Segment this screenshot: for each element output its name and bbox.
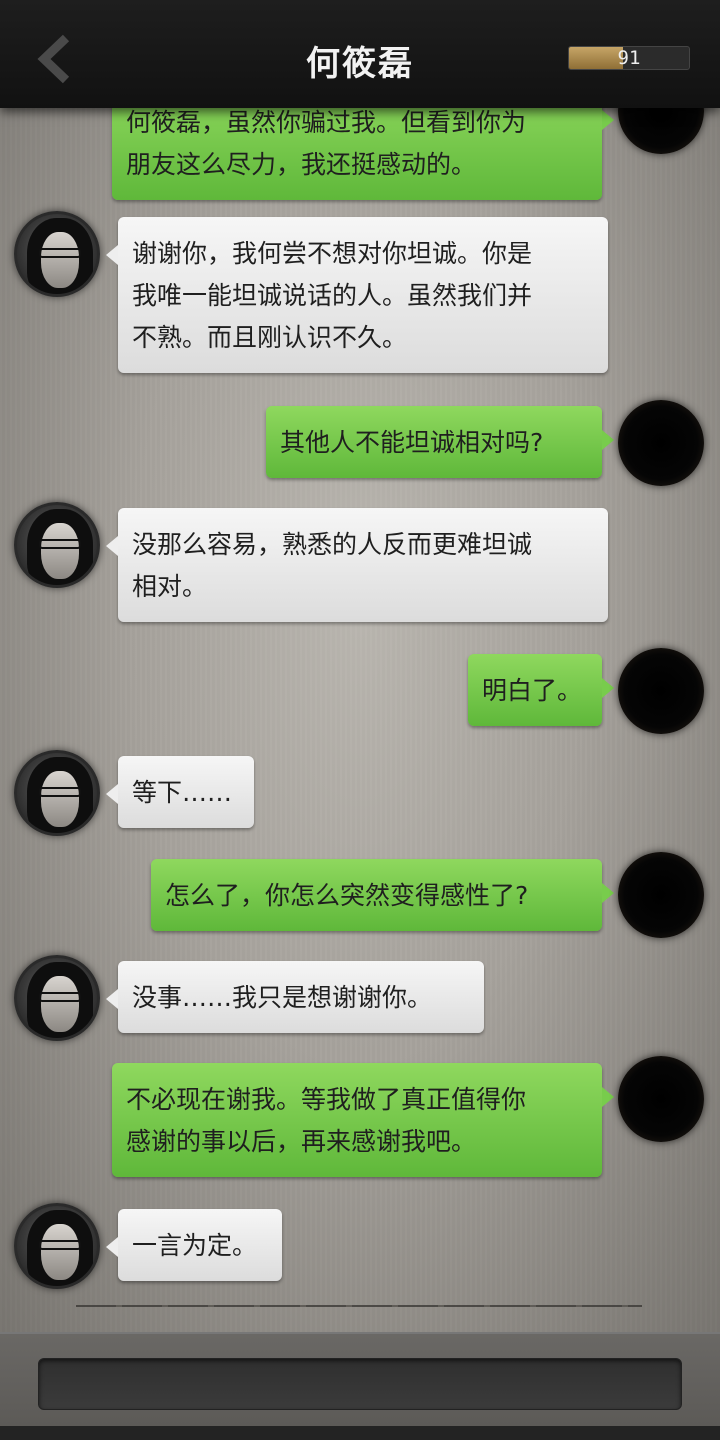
player-avatar	[618, 648, 704, 734]
player-avatar	[618, 852, 704, 938]
message-bubble-npc: 谢谢你，我何尝不想对你坦诚。你是 我唯一能坦诚说话的人。虽然我们并 不熟。而且刚…	[106, 217, 608, 373]
bottom-strip	[0, 1426, 720, 1440]
message-bubble-npc: 等下……	[106, 756, 254, 828]
message-bubble-npc: 没那么容易，熟悉的人反而更难坦诚 相对。	[106, 508, 608, 622]
message-bubble-npc: 一言为定。	[106, 1209, 282, 1281]
affinity-meter-value: 91	[617, 47, 641, 69]
footer-bar	[0, 1332, 720, 1440]
message-bubble-player: 不必现在谢我。等我做了真正值得你 感谢的事以后，再来感谢我吧。	[112, 1063, 614, 1177]
message-bubble-player: 其他人不能坦诚相对吗?	[266, 406, 614, 478]
message-bubble-player: 明白了。	[468, 654, 614, 726]
npc-avatar[interactable]	[14, 502, 100, 588]
affinity-meter: 91	[568, 46, 690, 70]
top-bar: 何筱磊 91	[0, 0, 720, 108]
npc-avatar[interactable]	[14, 750, 100, 836]
npc-avatar[interactable]	[14, 1203, 100, 1289]
npc-avatar[interactable]	[14, 955, 100, 1041]
player-avatar	[618, 1056, 704, 1142]
reply-input-bar[interactable]	[38, 1358, 682, 1410]
chat-background: 何筱磊，虽然你骗过我。但看到你为 朋友这么尽力，我还挺感动的。 谢谢你，我何尝不…	[0, 0, 720, 1340]
chat-divider	[76, 1305, 642, 1307]
player-avatar	[618, 400, 704, 486]
message-bubble-player: 怎么了，你怎么突然变得感性了?	[151, 859, 614, 931]
message-bubble-npc: 没事……我只是想谢谢你。	[106, 961, 484, 1033]
npc-avatar[interactable]	[14, 211, 100, 297]
